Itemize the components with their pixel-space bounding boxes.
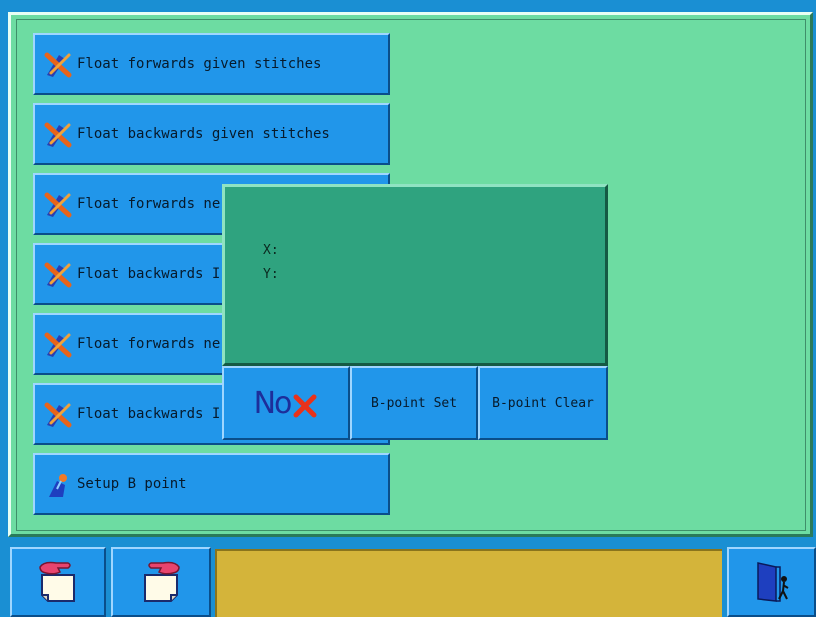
page-forward-button[interactable]	[111, 547, 211, 617]
menu-item-setup-b-point[interactable]: Setup B point	[33, 453, 390, 515]
x-coordinate-label: X:	[263, 243, 279, 258]
page-back-button[interactable]	[10, 547, 106, 617]
cancel-x-icon	[293, 394, 317, 418]
float-needle-icon	[44, 52, 72, 78]
menu-item-label: Float backwards I	[77, 266, 221, 282]
y-coordinate-label: Y:	[263, 267, 279, 282]
menu-item-label: Setup B point	[77, 476, 187, 492]
float-needle-icon	[44, 402, 72, 428]
menu-item-label: Float forwards ne	[77, 196, 221, 212]
b-point-set-button[interactable]: B-point Set	[350, 366, 478, 440]
float-needle-icon	[44, 332, 72, 358]
float-needle-icon	[44, 122, 72, 148]
b-point-set-label: B-point Set	[370, 395, 458, 411]
menu-item-float-backwards-given[interactable]: Float backwards given stitches	[33, 103, 390, 165]
no-label: No	[253, 385, 293, 421]
exit-door-icon	[756, 562, 789, 602]
menu-item-label: Float backwards I	[77, 406, 221, 422]
menu-item-label: Float backwards given stitches	[77, 126, 330, 142]
b-point-dialog: X: Y: No B-point Set B-point Clear	[222, 184, 608, 440]
status-bar	[215, 549, 722, 617]
dialog-body: X: Y:	[222, 184, 608, 366]
menu-item-label: Float forwards given stitches	[77, 56, 322, 72]
exit-button[interactable]	[727, 547, 816, 617]
screen: Float forwards given stitches Float back…	[0, 0, 816, 617]
menu-item-float-forwards-given[interactable]: Float forwards given stitches	[33, 33, 390, 95]
float-needle-icon	[44, 192, 72, 218]
menu-item-label: Float forwards ne	[77, 336, 221, 352]
no-button[interactable]: No	[222, 366, 350, 440]
b-point-clear-button[interactable]: B-point Clear	[478, 366, 608, 440]
page-back-hand-icon	[39, 561, 75, 602]
page-forward-hand-icon	[144, 561, 180, 602]
setup-point-icon	[49, 474, 67, 497]
b-point-clear-label: B-point Clear	[492, 395, 594, 411]
float-needle-icon	[44, 262, 72, 288]
